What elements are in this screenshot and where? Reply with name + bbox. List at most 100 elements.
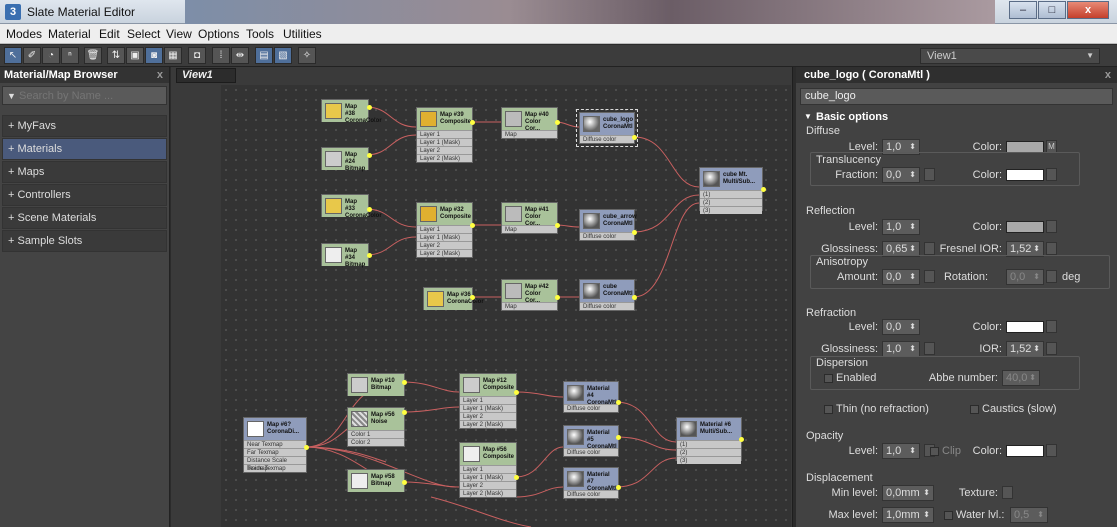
clip-checkbox[interactable] <box>930 447 939 456</box>
output-socket[interactable] <box>470 120 475 125</box>
refraction-gloss-map-button[interactable] <box>924 342 935 355</box>
dispersion-enabled-checkbox[interactable] <box>824 374 833 383</box>
fresnel-map-button[interactable] <box>1046 242 1057 255</box>
translucency-map-button[interactable] <box>1046 168 1057 181</box>
material-name-field[interactable]: cube_logo <box>800 88 1113 105</box>
ior-map-button[interactable] <box>1046 342 1057 355</box>
output-socket[interactable] <box>367 253 372 258</box>
search-input[interactable] <box>19 87 164 104</box>
node-slot[interactable]: Layer 1 (Mask) <box>417 138 472 146</box>
node-slot[interactable]: Diffuse color <box>580 232 634 240</box>
node-slot[interactable]: (1) <box>700 190 762 198</box>
output-socket[interactable] <box>632 230 637 235</box>
node-slot[interactable]: (1) <box>677 440 741 448</box>
node-view[interactable]: View1 Map #38 CoronaColor Map #39 Compos… <box>171 67 793 527</box>
node-slot[interactable]: Distance Scale Texmap <box>244 456 306 472</box>
reflection-gloss-map-button[interactable] <box>924 242 935 255</box>
node-cube-logo[interactable]: cube_logo CoronaMtl Diffuse color <box>576 109 638 147</box>
node-slot[interactable]: Layer 2 <box>417 241 472 249</box>
layout-vertical-icon[interactable]: ⁞ <box>212 47 230 64</box>
rotation-map-button[interactable] <box>1046 270 1057 283</box>
output-socket[interactable] <box>632 135 637 140</box>
browser-item-materials[interactable]: + Materials <box>2 138 167 160</box>
rotation-spinner[interactable]: 0,0 ⬍ <box>1006 269 1044 285</box>
node-cube[interactable]: cube CoronaMtl Diffuse color <box>579 279 635 311</box>
abbe-spinner[interactable]: 40,0 ⬍ <box>1002 370 1040 386</box>
minimize-button[interactable]: – <box>1009 1 1037 19</box>
node-map-32[interactable]: Map #32 Composite Layer 1 Layer 1 (Mask) … <box>416 202 473 258</box>
fraction-spinner[interactable]: 0,0 ⬍ <box>882 167 920 183</box>
navigator-icon[interactable]: ▤ <box>255 47 273 64</box>
menu-tools[interactable]: Tools <box>246 27 274 41</box>
output-socket[interactable] <box>304 445 309 450</box>
node-slot[interactable]: Color 2 <box>348 438 404 446</box>
refraction-gloss-spinner[interactable]: 1,0 ⬍ <box>882 341 920 357</box>
translucency-color-swatch[interactable] <box>1006 169 1044 181</box>
menu-modes[interactable]: Modes <box>6 27 42 41</box>
thin-checkbox[interactable] <box>824 405 833 414</box>
node-slot[interactable]: Layer 2 <box>460 481 516 489</box>
opacity-color-swatch[interactable] <box>1006 445 1044 457</box>
output-socket[interactable] <box>470 295 475 300</box>
output-socket[interactable] <box>616 400 621 405</box>
node-map-noise[interactable]: Map #56 Noise Color 1 Color 2 <box>347 407 405 447</box>
output-socket[interactable] <box>367 105 372 110</box>
opacity-level-spinner[interactable]: 1,0 ⬍ <box>882 443 920 459</box>
node-material-6[interactable]: Material #6 Multi/Sub... (1) (2) (3) <box>676 417 742 464</box>
put-to-scene-icon[interactable]: ◔ <box>42 47 60 64</box>
node-map-12[interactable]: Map #12 Composite Layer 1 Layer 1 (Mask) … <box>459 373 517 429</box>
node-slot[interactable]: Inside Texmap <box>244 464 306 472</box>
node-slot[interactable]: (3) <box>700 206 762 214</box>
node-slot[interactable]: Color 1 <box>348 430 404 438</box>
node-map-39[interactable]: Map #39 Composite Layer 1 Layer 1 (Mask) … <box>416 107 473 163</box>
node-slot[interactable]: Layer 2 <box>460 412 516 420</box>
output-socket[interactable] <box>367 207 372 212</box>
output-socket[interactable] <box>555 295 560 300</box>
assign-material-icon[interactable]: ⁿ <box>61 47 79 64</box>
search-options-icon[interactable]: ▼ <box>7 91 16 101</box>
node-slot[interactable]: (2) <box>677 448 741 456</box>
output-socket[interactable] <box>367 153 372 158</box>
max-level-spinner[interactable]: 1,0mm ⬍ <box>882 507 934 523</box>
material-map-navigator-icon[interactable]: ✧ <box>298 47 316 64</box>
reflection-color-swatch[interactable] <box>1006 221 1044 233</box>
node-slot[interactable]: Layer 1 (Mask) <box>417 233 472 241</box>
node-material-5[interactable]: Material #5 CoronaMtl Diffuse color <box>563 425 619 457</box>
browser-item-sample-slots[interactable]: + Sample Slots <box>2 230 167 252</box>
delete-icon[interactable]: 🗑 <box>84 47 102 64</box>
anisotropy-map-button[interactable] <box>924 270 935 283</box>
node-material-4[interactable]: Material #4 CoronaMtl Diffuse color <box>563 381 619 413</box>
water-level-checkbox[interactable] <box>944 511 953 520</box>
output-socket[interactable] <box>616 435 621 440</box>
menu-options[interactable]: Options <box>198 27 239 41</box>
output-socket[interactable] <box>555 120 560 125</box>
output-socket[interactable] <box>555 223 560 228</box>
parameter-editor-icon[interactable]: ▧ <box>274 47 292 64</box>
refraction-map-button[interactable] <box>1046 320 1057 333</box>
close-button[interactable]: x <box>1067 1 1109 19</box>
node-slot[interactable]: Layer 2 (Mask) <box>460 489 516 497</box>
menu-material[interactable]: Material <box>48 27 91 41</box>
node-slot[interactable]: Layer 1 (Mask) <box>460 473 516 481</box>
ior-spinner[interactable]: 1,52 ⬍ <box>1006 341 1044 357</box>
water-level-spinner[interactable]: 0,5 ⬍ <box>1010 507 1048 523</box>
menu-utilities[interactable]: Utilities <box>283 27 322 41</box>
select-tool-icon[interactable]: ↖ <box>4 47 22 64</box>
node-slot[interactable]: Diffuse color <box>580 302 634 310</box>
node-map-10[interactable]: Map #10 Bitmap <box>347 373 405 396</box>
node-slot[interactable]: Layer 1 <box>460 465 516 473</box>
output-socket[interactable] <box>761 187 766 192</box>
node-slot[interactable]: Layer 1 <box>417 225 472 233</box>
node-cube-multisub[interactable]: cube Mt. Multi/Sub... (1) (2) (3) <box>699 167 763 214</box>
browser-item-controllers[interactable]: + Controllers <box>2 184 167 206</box>
sample-slot-icon[interactable]: ◘ <box>188 47 206 64</box>
menu-select[interactable]: Select <box>127 27 160 41</box>
browser-close-icon[interactable]: x <box>157 67 163 83</box>
node-slot[interactable]: Diffuse color <box>580 135 634 143</box>
node-slot[interactable]: Layer 2 (Mask) <box>460 420 516 428</box>
node-map-36[interactable]: Map #36 CoronaColor <box>423 287 484 310</box>
output-socket[interactable] <box>402 380 407 385</box>
rollout-basic-options[interactable]: ▼ Basic options <box>796 109 1117 125</box>
refraction-level-spinner[interactable]: 0,0 ⬍ <box>882 319 920 335</box>
output-socket[interactable] <box>470 223 475 228</box>
